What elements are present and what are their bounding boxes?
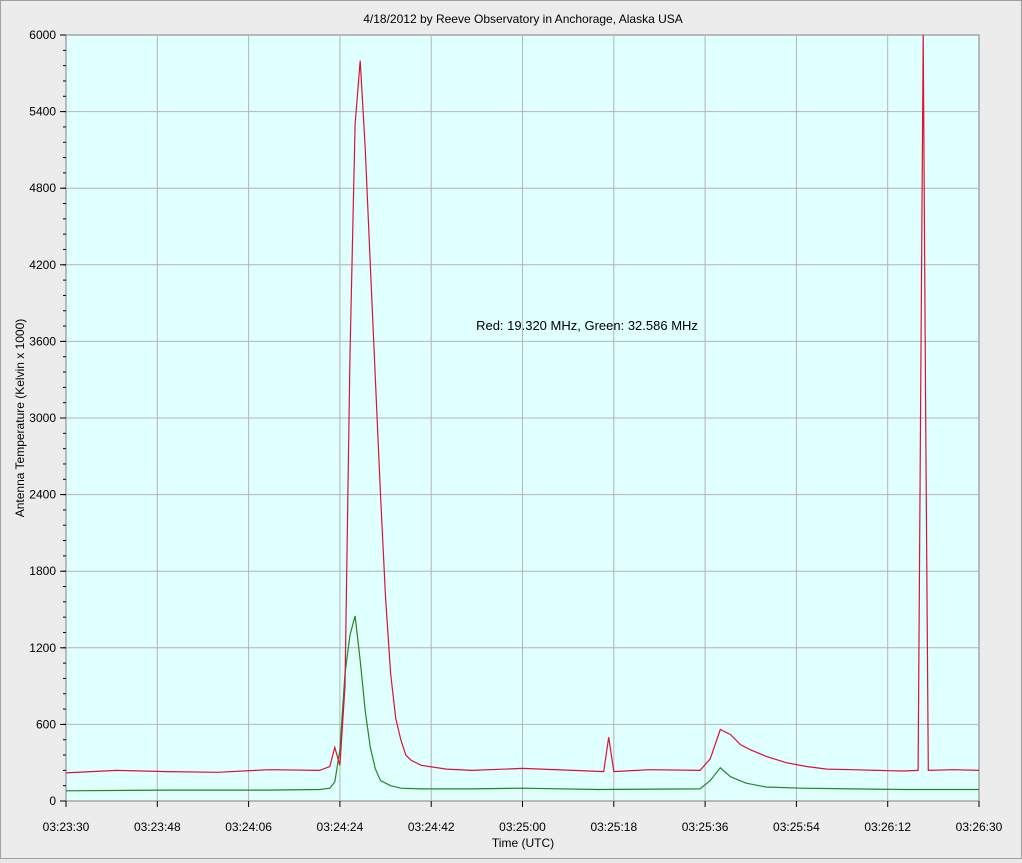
x-tick-label: 03:24:42: [408, 820, 455, 834]
x-axis-ticks: 03:23:30 03:23:48 03:24:06 03:24:24 03:24:42…: [43, 801, 1003, 834]
series-annotation: Red: 19.320 MHz, Green: 32.586 MHz: [476, 318, 698, 333]
y-tick-label: 2400: [29, 488, 56, 502]
y-tick-label: 1200: [29, 641, 56, 655]
y-tick-label: 5400: [29, 105, 56, 119]
x-tick-label: 03:25:36: [682, 820, 729, 834]
y-tick-label: 1800: [29, 564, 56, 578]
x-tick-label: 03:25:18: [590, 820, 637, 834]
y-tick-label: 6000: [29, 28, 56, 42]
y-tick-label: 3000: [29, 411, 56, 425]
x-tick-label: 03:25:54: [773, 820, 820, 834]
y-tick-label: 0: [49, 794, 56, 808]
chart-title: 4/18/2012 by Reeve Observatory in Anchor…: [363, 12, 683, 26]
y-tick-label: 4200: [29, 258, 56, 272]
y-axis-ticks: 0 600 1200 1800 2400 3000 3600 4200 4800 5400 6000: [29, 28, 66, 808]
chart: 4/18/2012 by Reeve Observatory in Anchor…: [13, 12, 1003, 850]
x-tick-label: 03:24:06: [225, 820, 272, 834]
y-tick-label: 3600: [29, 334, 56, 348]
x-axis-label: Time (UTC): [492, 836, 554, 850]
y-tick-label: 4800: [29, 181, 56, 195]
x-tick-label: 03:24:24: [317, 820, 364, 834]
x-tick-label: 03:26:12: [864, 820, 911, 834]
x-tick-label: 03:25:00: [499, 820, 546, 834]
x-tick-label: 03:26:30: [956, 820, 1003, 834]
x-tick-label: 03:23:30: [43, 820, 90, 834]
y-axis-label: Antenna Temperature (Kelvin x 1000): [13, 319, 27, 518]
x-tick-label: 03:23:48: [134, 820, 181, 834]
y-tick-label: 600: [36, 717, 56, 731]
chart-window: 4/18/2012 by Reeve Observatory in Anchor…: [0, 0, 1022, 859]
